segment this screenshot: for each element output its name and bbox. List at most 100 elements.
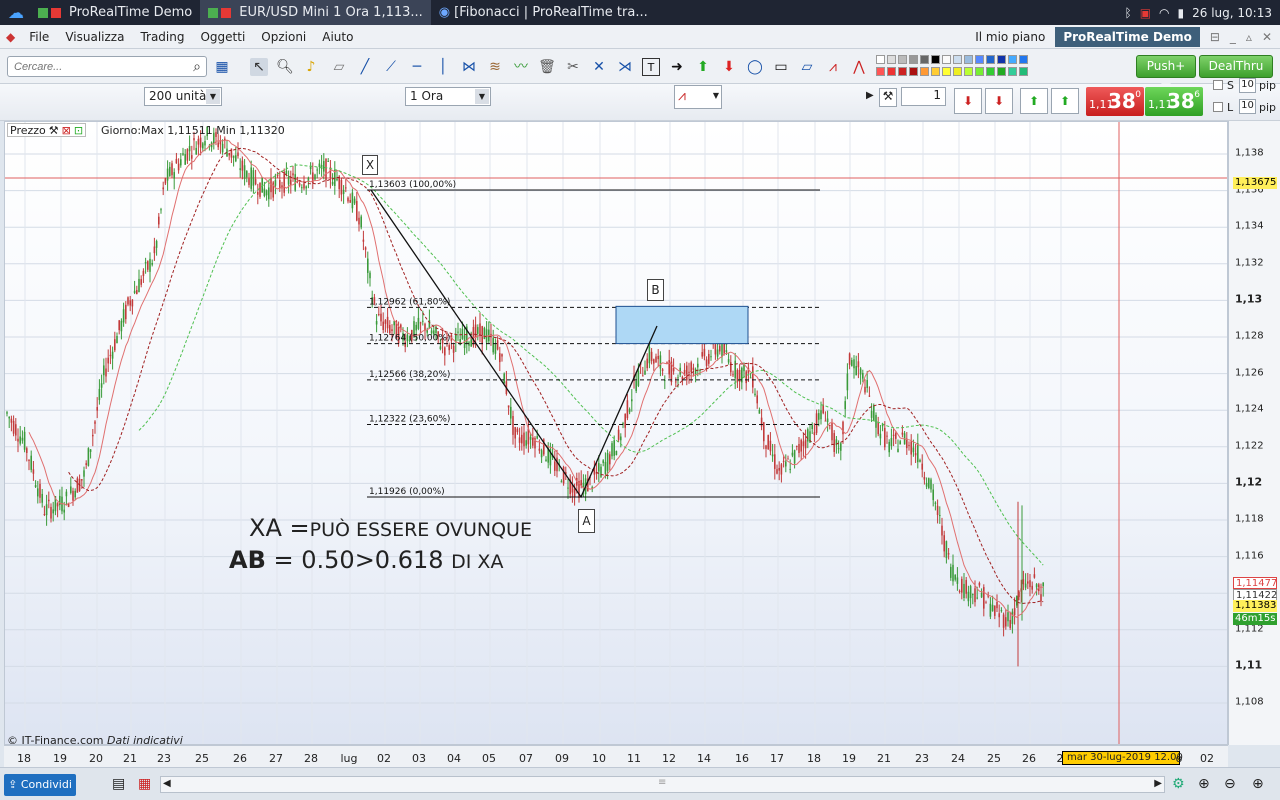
quantity-input[interactable]: 1 bbox=[901, 87, 946, 106]
expand-arrow-icon[interactable]: ▶ bbox=[866, 90, 874, 101]
color-swatch[interactable] bbox=[964, 67, 973, 76]
scroll-thumb-icon[interactable]: ≡ bbox=[658, 777, 666, 788]
color-swatch[interactable] bbox=[942, 67, 951, 76]
rectangle-tool-icon[interactable]: ▭ bbox=[772, 58, 790, 76]
menu-oggetti[interactable]: Oggetti bbox=[192, 30, 253, 44]
color-swatch[interactable] bbox=[942, 55, 951, 64]
fibonacci-tool-icon[interactable]: ≋ bbox=[486, 58, 504, 76]
menu-aiuto[interactable]: Aiuto bbox=[314, 30, 361, 44]
units-select[interactable]: 200 unità ▼ bbox=[144, 87, 222, 106]
sell-stop-icon[interactable]: ⬇ bbox=[985, 88, 1013, 114]
point-b-label[interactable]: B bbox=[647, 279, 664, 301]
bluetooth-icon[interactable]: ᛒ bbox=[1125, 6, 1132, 20]
limit-pips-input[interactable]: 10 bbox=[1239, 99, 1256, 114]
color-swatch[interactable] bbox=[920, 55, 929, 64]
color-swatch[interactable] bbox=[997, 55, 1006, 64]
window-restore-icon[interactable]: ⊟ bbox=[1210, 30, 1220, 44]
ellipse-tool-icon[interactable]: ◯ bbox=[746, 58, 764, 76]
color-swatch[interactable] bbox=[997, 67, 1006, 76]
price-axis[interactable]: 1,138 1,136 1,134 1,132 1,13 1,128 1,126 1,124 1… bbox=[1228, 121, 1280, 745]
menu-trading[interactable]: Trading bbox=[132, 30, 192, 44]
screener-icon[interactable]: ▦ bbox=[213, 58, 231, 76]
window-close-icon[interactable]: ✕ bbox=[1262, 30, 1272, 44]
color-swatch[interactable] bbox=[964, 55, 973, 64]
price-chart[interactable]: 1,13603 (100,00%) 1,12962 (61,80%) 1,12764… bbox=[4, 121, 1228, 745]
alert-bell-icon[interactable]: ♪ bbox=[302, 58, 320, 76]
scroll-right-icon[interactable]: ▶ bbox=[1154, 778, 1162, 789]
segment-tool-icon[interactable]: ╱ bbox=[356, 58, 374, 76]
color-swatch[interactable] bbox=[975, 55, 984, 64]
sell-price-button[interactable]: 1,11 38 0 bbox=[1086, 87, 1144, 116]
battery-icon[interactable]: ▮ bbox=[1178, 6, 1185, 20]
color-swatch[interactable] bbox=[898, 67, 907, 76]
buy-order-icon[interactable]: ⬆ bbox=[1020, 88, 1048, 114]
indicators-button[interactable]: ⩘ ▼ bbox=[674, 85, 722, 109]
pattern-tool-icon[interactable]: ⋀ bbox=[850, 58, 868, 76]
color-swatch[interactable] bbox=[909, 67, 918, 76]
zoom-in-icon[interactable]: ⊕ bbox=[1252, 776, 1264, 792]
buy-price-button[interactable]: 1,11 38 6 bbox=[1145, 87, 1203, 116]
arrow-tool-icon[interactable]: ➜ bbox=[668, 58, 686, 76]
scroll-left-icon[interactable]: ◀ bbox=[163, 778, 171, 789]
horizontal-line-icon[interactable]: ─ bbox=[408, 58, 426, 76]
up-icon[interactable]: ⊡ bbox=[74, 124, 83, 137]
wave-tool-icon[interactable]: 〰 bbox=[512, 58, 530, 76]
vertical-line-icon[interactable]: │ bbox=[434, 58, 452, 76]
color-swatch[interactable] bbox=[953, 67, 962, 76]
stop-pips-input[interactable]: 10 bbox=[1239, 78, 1256, 93]
wifi-icon[interactable]: ◠ bbox=[1159, 6, 1169, 20]
point-a-label[interactable]: A bbox=[578, 509, 595, 533]
polygon-tool-icon[interactable]: ▱ bbox=[798, 58, 816, 76]
up-arrow-icon[interactable]: ⬆ bbox=[694, 58, 712, 76]
taskbar-app-prorealtime[interactable]: ProRealTime Demo bbox=[30, 0, 200, 25]
start-menu-icon[interactable]: ☁ bbox=[0, 0, 30, 25]
limit-checkbox[interactable] bbox=[1213, 102, 1223, 112]
color-swatch[interactable] bbox=[986, 67, 995, 76]
color-swatch[interactable] bbox=[1019, 55, 1028, 64]
color-swatch[interactable] bbox=[986, 55, 995, 64]
my-plan-link[interactable]: Il mio piano bbox=[975, 30, 1045, 44]
table-icon[interactable]: ▦ bbox=[138, 776, 151, 792]
color-swatch[interactable] bbox=[909, 55, 918, 64]
wrench-icon[interactable]: ⚒ bbox=[49, 124, 59, 137]
zoom-tool-icon[interactable]: 🔍︎ bbox=[276, 58, 294, 76]
down-arrow-icon[interactable]: ⬇ bbox=[720, 58, 738, 76]
color-swatch[interactable] bbox=[975, 67, 984, 76]
chart-canvas[interactable]: 1,13603 (100,00%) 1,12962 (61,80%) 1,12764… bbox=[5, 122, 1228, 745]
taskbar-app-eurusd[interactable]: EUR/USD Mini 1 Ora 1,113... bbox=[200, 0, 431, 25]
color-swatch[interactable] bbox=[876, 55, 885, 64]
text-tool-icon[interactable]: T bbox=[642, 58, 660, 76]
taskbar-app-browser[interactable]: ◉ [Fibonacci | ProRealTime tra... bbox=[431, 0, 656, 25]
point-x-label[interactable]: X bbox=[362, 155, 378, 175]
buy-stop-icon[interactable]: ⬆ bbox=[1051, 88, 1079, 114]
annotation-line-1[interactable]: XA =PUÒ ESSERE OVUNQUE bbox=[249, 514, 532, 542]
tools-icon[interactable]: ✂ bbox=[564, 58, 582, 76]
list-icon[interactable]: ▤ bbox=[112, 776, 125, 792]
annotation-line-2[interactable]: AB = 0.50>0.618 DI XA bbox=[229, 546, 503, 574]
color-swatch[interactable] bbox=[931, 67, 940, 76]
color-swatch[interactable] bbox=[887, 55, 896, 64]
pointer-tool-icon[interactable]: ↖ bbox=[250, 58, 268, 76]
ruler-tool-icon[interactable]: ▱ bbox=[330, 58, 348, 76]
color-swatch[interactable] bbox=[920, 67, 929, 76]
cross-tool-icon[interactable]: ✕ bbox=[590, 58, 608, 76]
close-icon[interactable]: ⊠ bbox=[62, 124, 71, 137]
zoom-reset-icon[interactable]: ⊕ bbox=[1198, 776, 1210, 792]
date-axis[interactable]: mar 30-lug-2019 12.00 18 19 20 21 23 25 26 27 28… bbox=[4, 745, 1228, 767]
share-button[interactable]: ⇪ Condividi bbox=[4, 774, 76, 796]
window-maximize-icon[interactable]: ▵ bbox=[1246, 30, 1252, 44]
color-swatch[interactable] bbox=[898, 55, 907, 64]
delete-tool-icon[interactable]: 🗑︎ bbox=[538, 58, 556, 76]
search-icon[interactable]: ⌕ bbox=[188, 58, 206, 76]
channel-tool-icon[interactable]: ⋈ bbox=[460, 58, 478, 76]
zoom-out-icon[interactable]: ⊖ bbox=[1224, 776, 1236, 792]
stop-checkbox[interactable] bbox=[1213, 80, 1223, 90]
menu-opzioni[interactable]: Opzioni bbox=[253, 30, 314, 44]
menu-visualizza[interactable]: Visualizza bbox=[57, 30, 132, 44]
menu-file[interactable]: File bbox=[21, 30, 57, 44]
network-status-icon[interactable]: ▣ bbox=[1140, 6, 1151, 20]
color-swatch[interactable] bbox=[1008, 67, 1017, 76]
wrench-icon[interactable]: ⚒ bbox=[879, 88, 897, 107]
triangle-tool-icon[interactable]: ⩘ bbox=[824, 58, 842, 76]
search-input[interactable] bbox=[7, 56, 207, 77]
